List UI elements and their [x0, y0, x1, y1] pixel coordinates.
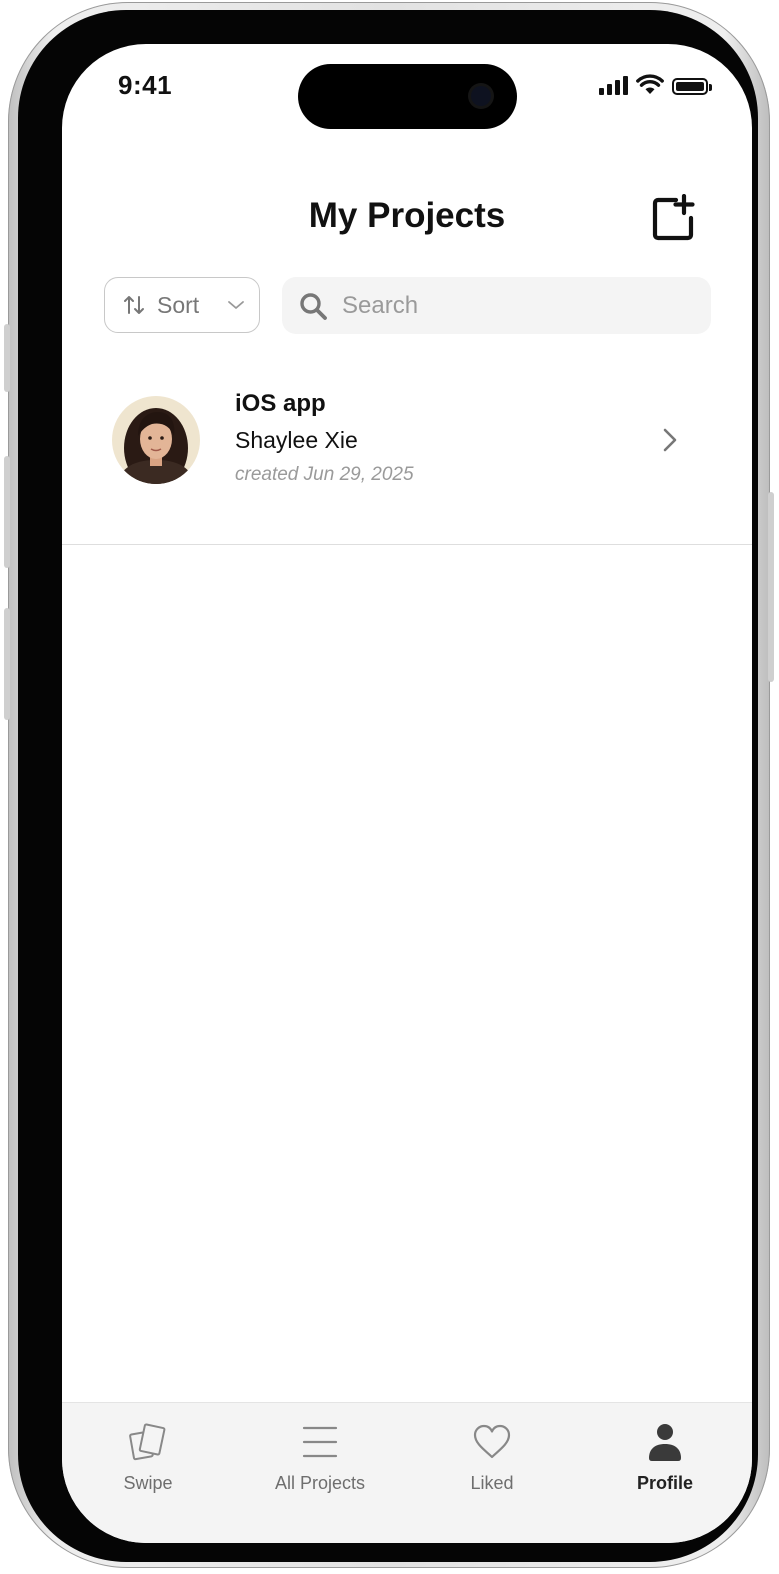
status-time: 9:41	[118, 70, 173, 100]
sort-arrows-icon	[123, 294, 145, 316]
sort-dropdown[interactable]: Sort	[104, 277, 260, 333]
tab-swipe[interactable]: Swipe	[63, 1403, 233, 1513]
person-icon	[649, 1424, 681, 1461]
camera-icon	[471, 86, 491, 106]
action-button	[4, 324, 10, 392]
dynamic-island	[298, 64, 517, 129]
sort-label: Sort	[157, 291, 200, 318]
avatar	[112, 396, 200, 484]
status-icons	[599, 74, 712, 95]
search-bar[interactable]	[282, 277, 711, 334]
heart-icon	[473, 1424, 511, 1459]
tab-label-liked: Liked	[470, 1473, 514, 1493]
project-row[interactable]: iOS app Shaylee Xie created Jun 29, 2025	[62, 374, 752, 545]
list-icon	[302, 1426, 338, 1458]
tab-bar: Swipe All Projects Liked Profile	[62, 1402, 752, 1543]
cards-icon	[129, 1423, 166, 1461]
wifi-icon	[636, 74, 664, 94]
volume-up-button	[4, 456, 10, 568]
new-project-icon	[652, 193, 695, 241]
tab-profile[interactable]: Profile	[580, 1403, 750, 1513]
tab-label-all-projects: All Projects	[274, 1473, 366, 1493]
screen: 9:41 My Projects Sort Search iOS app Sha…	[62, 44, 752, 1543]
volume-down-button	[4, 608, 10, 720]
page-title: My Projects	[308, 196, 506, 235]
tab-label-swipe: Swipe	[123, 1473, 173, 1493]
project-owner: Shaylee Xie	[235, 427, 358, 453]
new-project-button[interactable]	[650, 193, 698, 242]
tab-all-projects[interactable]: All Projects	[235, 1403, 405, 1513]
power-button	[768, 492, 774, 682]
chevron-right-icon	[663, 428, 677, 452]
search-input[interactable]	[340, 290, 674, 321]
project-created-date: created Jun 29, 2025	[235, 464, 414, 485]
chevron-down-icon	[227, 299, 245, 311]
device-bezel: 9:41 My Projects Sort Search iOS app Sha…	[18, 10, 758, 1562]
tab-label-profile: Profile	[636, 1473, 693, 1493]
battery-icon	[672, 78, 712, 95]
tab-liked[interactable]: Liked	[407, 1403, 577, 1513]
cellular-signal-icon	[599, 75, 628, 95]
search-icon	[298, 291, 328, 321]
project-title: iOS app	[235, 390, 326, 417]
